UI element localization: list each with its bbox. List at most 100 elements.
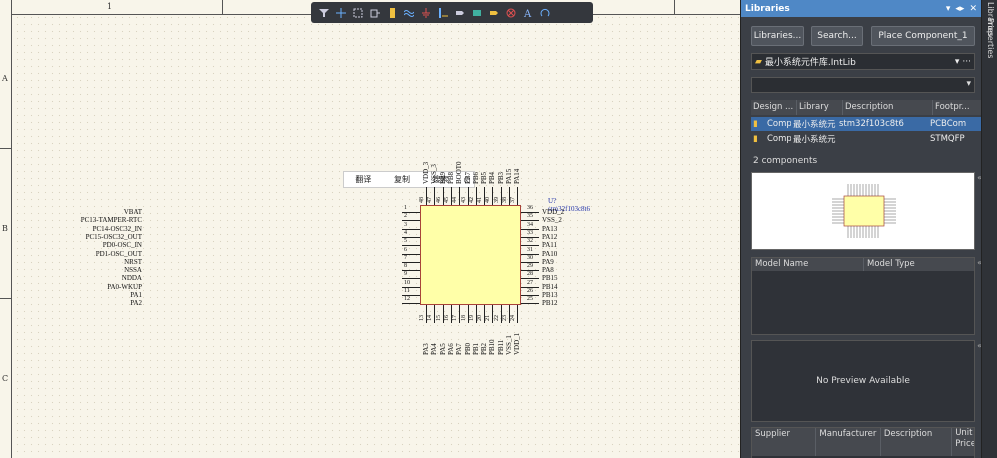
schematic-canvas[interactable]: 1 A B C A 翻译 复制 搜索 ○ U? stm32f103c8t6 VB… <box>0 0 740 458</box>
place-component-button[interactable]: Place Component_1 <box>871 26 975 46</box>
chevron-down-icon: ▾ <box>966 79 971 89</box>
pin-number: 40 <box>485 197 492 203</box>
pin-number: 1 <box>404 205 407 211</box>
library-icon: ▰ <box>755 56 762 67</box>
pin-number: 25 <box>527 296 533 303</box>
pin-name: PA5 <box>438 343 447 355</box>
pin-number: 48 <box>419 197 425 203</box>
pin-name: VBAT <box>123 208 142 216</box>
pin-name: PA8 <box>542 266 554 275</box>
pin-number: 34 <box>527 221 533 228</box>
bus-icon[interactable] <box>436 5 449 20</box>
pin-name: PB8 <box>446 171 455 184</box>
no-erc-icon[interactable] <box>504 5 517 20</box>
pin-name: NDDA <box>121 274 142 283</box>
pin-name: PC14-OSC32_IN <box>92 224 142 233</box>
column-description[interactable]: Description <box>843 100 933 115</box>
pin-number: 42 <box>468 197 475 203</box>
pin-name: PA11 <box>542 241 558 250</box>
pin-name: PB9 <box>438 171 447 184</box>
pin-number: 47 <box>427 197 434 203</box>
column-description[interactable]: Description <box>881 428 953 456</box>
pin-name: PB7 <box>463 171 472 184</box>
pin-name: PA10 <box>542 249 558 258</box>
panel-menu-icon[interactable]: ▾ <box>946 4 951 14</box>
pin-name: PA3 <box>422 343 430 355</box>
column-manufacturer[interactable]: Manufacturer <box>816 428 881 456</box>
pin-name: NSSA <box>124 266 142 275</box>
filter-input[interactable]: ▾ <box>751 77 975 93</box>
pin-number: 43 <box>460 197 467 203</box>
component-row[interactable]: ▮ Comp 最小系统元 STMQFP <box>751 132 982 146</box>
component-grid-header: Design ... Library Description Footpr... <box>751 100 982 115</box>
pin-name: VSS_1 <box>505 335 513 355</box>
panel-close-icon[interactable]: ✕ <box>969 4 977 14</box>
pin-number: 21 <box>485 315 492 321</box>
pin-number: 14 <box>427 315 434 321</box>
pin-number: 4 <box>404 229 407 236</box>
pin-number: 10 <box>404 279 410 286</box>
pin-number: 18 <box>460 315 467 321</box>
sheet-entry-icon[interactable] <box>470 5 483 20</box>
port-icon[interactable] <box>453 5 466 20</box>
frame-divider <box>222 0 223 14</box>
panel-header: Libraries ▾ ◂▸ ✕ <box>741 0 981 17</box>
library-name: 最小系统元件库.IntLib <box>764 58 856 68</box>
pin-number: 26 <box>527 288 533 294</box>
column-footprint[interactable]: Footpr... <box>933 100 982 115</box>
ground-icon[interactable] <box>419 5 432 20</box>
pin-name: VSS_3 <box>430 164 439 184</box>
libraries-button[interactable]: Libraries... <box>751 26 804 46</box>
translate-button[interactable]: 翻译 <box>344 174 383 185</box>
column-model-type[interactable]: Model Type <box>864 258 974 271</box>
pin-number: 39 <box>493 197 500 203</box>
component-row[interactable]: ▮ Comp 最小系统元 stm32f103c8t6 PCBCom <box>751 117 982 131</box>
text-icon[interactable]: A <box>521 5 534 20</box>
pin-name: PB12 <box>542 299 558 308</box>
sheet-frame-left: A B C <box>0 0 12 458</box>
part-icon[interactable] <box>385 5 398 20</box>
arc-icon[interactable] <box>538 5 551 20</box>
pin-name: PB10 <box>488 339 497 355</box>
column-design[interactable]: Design ... <box>751 100 797 115</box>
library-select[interactable]: ▰ 最小系统元件库.IntLib ▾ ··· <box>751 53 975 70</box>
pin-number: 12 <box>404 296 410 303</box>
svg-text:A: A <box>523 9 532 18</box>
pin-name: PB11 <box>496 339 505 355</box>
pin-number: 30 <box>527 254 533 261</box>
select-rect-icon[interactable] <box>351 5 364 20</box>
column-model-name[interactable]: Model Name <box>752 258 864 271</box>
column-supplier[interactable]: Supplier <box>752 428 817 456</box>
pin-number: 32 <box>527 238 533 245</box>
panel-dock-icon[interactable]: ◂▸ <box>955 4 964 14</box>
pin-name: PB13 <box>542 291 558 299</box>
pin-number: 22 <box>493 315 500 321</box>
pin-line <box>521 303 539 305</box>
filter-icon[interactable] <box>317 5 330 20</box>
pin-number: 27 <box>527 279 533 286</box>
copy-button[interactable]: 复制 <box>383 174 422 185</box>
column-library[interactable]: Library <box>797 100 843 115</box>
pin-name: PA13 <box>542 224 558 233</box>
symbol-preview-image <box>832 184 896 238</box>
pin-name: PD0-OSC_IN <box>102 241 142 250</box>
more-icon[interactable]: ··· <box>962 57 971 67</box>
crosshair-icon[interactable] <box>334 5 347 20</box>
pin-name: PA1 <box>130 291 142 299</box>
parameter-icon[interactable] <box>487 5 500 20</box>
pin-name: PD1-OSC_OUT <box>95 249 142 258</box>
pin-name: PA14 <box>513 168 522 184</box>
component-designator[interactable]: U? <box>548 197 556 205</box>
column-unit-price[interactable]: Unit Price <box>952 428 974 456</box>
pin-name: VSS_2 <box>542 216 562 225</box>
component-body[interactable] <box>420 205 521 305</box>
search-button[interactable]: Search... <box>811 26 863 46</box>
component-icon: ▮ <box>753 119 758 129</box>
move-icon[interactable] <box>368 5 381 20</box>
tab-properties[interactable]: Properties <box>986 18 995 58</box>
pin-line <box>402 303 420 305</box>
wire-icon[interactable] <box>402 5 415 20</box>
row-footprint: STMQFP <box>930 134 965 144</box>
pin-number: 5 <box>404 238 407 245</box>
pin-number: 20 <box>477 315 484 321</box>
